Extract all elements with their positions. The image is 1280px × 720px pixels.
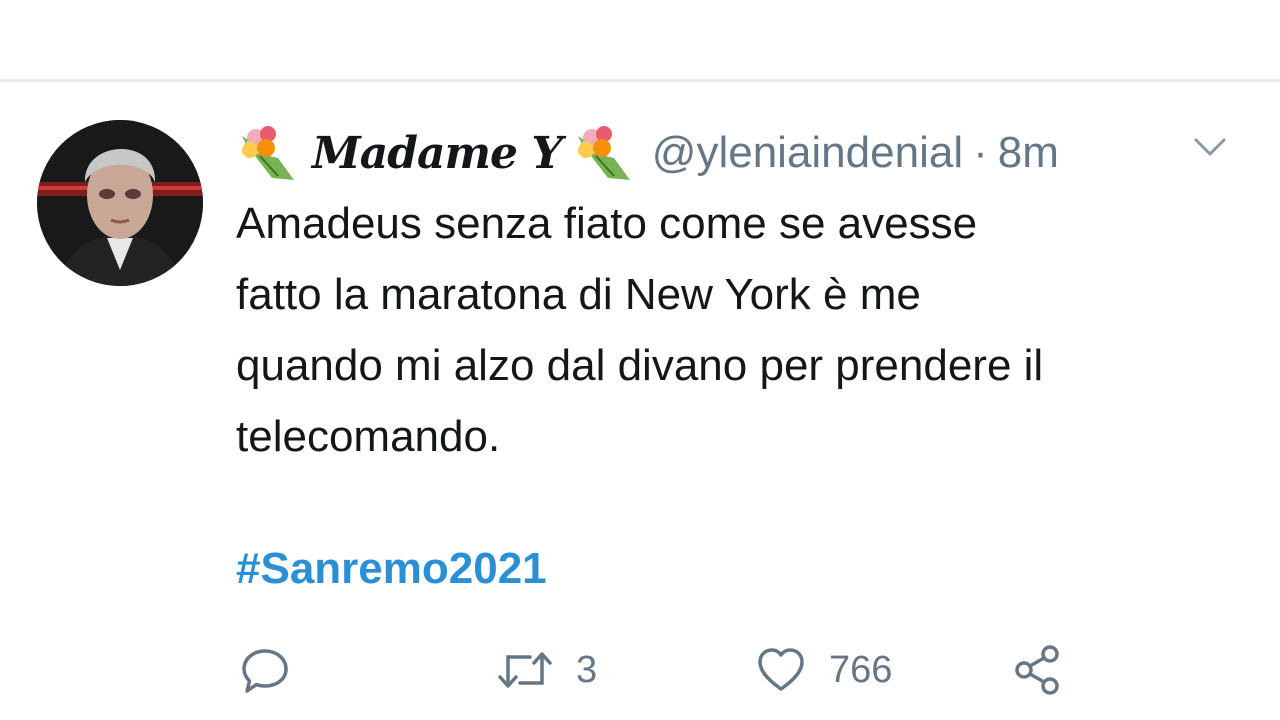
reply-icon (240, 645, 290, 695)
bouquet-icon (238, 122, 300, 184)
tweet-actions: 3 766 (0, 640, 1280, 700)
chevron-down-icon[interactable] (1190, 130, 1230, 166)
retweet-icon (496, 645, 554, 695)
top-divider (0, 79, 1280, 82)
bouquet-icon (574, 122, 636, 184)
like-button[interactable]: 766 (755, 640, 892, 700)
retweet-button[interactable]: 3 (496, 640, 597, 700)
hashtag-link[interactable]: #Sanremo2021 (236, 544, 547, 594)
like-count: 766 (829, 648, 893, 691)
display-name[interactable]: Madame Y (312, 128, 563, 179)
heart-icon (755, 645, 807, 695)
timestamp[interactable]: 8m (998, 128, 1059, 178)
avatar[interactable] (37, 120, 203, 286)
retweet-count: 3 (576, 648, 598, 691)
tweet-screen: Madame Y @yleniaindenial · 8m Amadeus se… (0, 0, 1280, 720)
separator: · (973, 128, 988, 177)
tweet-header: Madame Y @yleniaindenial · 8m (238, 120, 1059, 186)
share-button[interactable] (1012, 640, 1064, 700)
user-handle[interactable]: @yleniaindenial (652, 128, 963, 178)
share-icon (1012, 644, 1064, 696)
reply-button[interactable] (240, 640, 290, 700)
tweet-text: Amadeus senza fiato come se avesse fatto… (236, 199, 1044, 461)
